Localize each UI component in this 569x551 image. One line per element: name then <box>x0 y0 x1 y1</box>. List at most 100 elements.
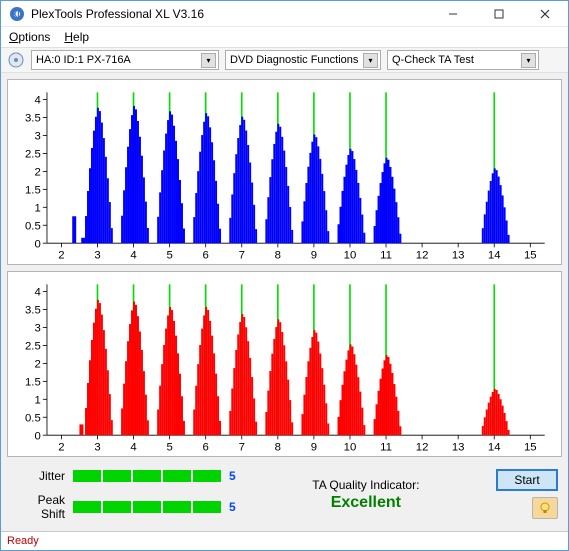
svg-text:5: 5 <box>166 249 172 261</box>
svg-text:5: 5 <box>166 441 172 453</box>
meter-segment <box>163 501 191 513</box>
svg-text:7: 7 <box>239 441 245 453</box>
meter-segment <box>193 470 221 482</box>
svg-text:9: 9 <box>311 249 317 261</box>
window-title: PlexTools Professional XL V3.16 <box>31 7 430 21</box>
svg-text:2: 2 <box>58 249 64 261</box>
svg-text:12: 12 <box>416 249 429 261</box>
peak-row: Peak Shift 5 <box>11 493 236 521</box>
svg-text:1.5: 1.5 <box>25 376 41 388</box>
svg-text:13: 13 <box>452 249 465 261</box>
meter-segment <box>133 501 161 513</box>
svg-text:4: 4 <box>34 94 40 106</box>
svg-text:12: 12 <box>416 441 429 453</box>
bottom-chart-panel: 00.511.522.533.5423456789101112131415 <box>7 271 562 457</box>
bottom-area: Jitter 5 Peak Shift 5 TA Quality Indicat… <box>7 463 562 525</box>
svg-text:6: 6 <box>203 249 209 261</box>
svg-text:2: 2 <box>58 441 64 453</box>
svg-text:1: 1 <box>34 394 40 406</box>
svg-text:3: 3 <box>94 249 100 261</box>
svg-text:15: 15 <box>524 441 537 453</box>
ta-indicator: TA Quality Indicator: Excellent <box>236 469 496 521</box>
drive-select[interactable]: HA:0 ID:1 PX-716A ▾ <box>31 50 219 70</box>
svg-text:3: 3 <box>34 322 40 334</box>
svg-text:3.5: 3.5 <box>25 304 41 316</box>
svg-text:1.5: 1.5 <box>25 184 41 196</box>
svg-text:4: 4 <box>34 286 40 298</box>
menu-help[interactable]: Help <box>64 30 89 44</box>
window-controls <box>430 1 568 26</box>
statusbar: Ready <box>1 531 568 550</box>
svg-text:13: 13 <box>452 441 465 453</box>
svg-text:6: 6 <box>203 441 209 453</box>
svg-text:3.5: 3.5 <box>25 112 41 124</box>
meter-segment <box>103 501 131 513</box>
function-select[interactable]: DVD Diagnostic Functions ▾ <box>225 50 381 70</box>
lightbulb-icon <box>538 501 552 515</box>
action-buttons: Start <box>496 469 558 521</box>
ta-label: TA Quality Indicator: <box>312 478 419 492</box>
jitter-meter <box>73 470 221 482</box>
peak-value: 5 <box>229 500 236 514</box>
peak-label: Peak Shift <box>11 493 73 521</box>
svg-text:2.5: 2.5 <box>25 148 41 160</box>
svg-text:14: 14 <box>488 441 501 453</box>
chevron-down-icon: ▾ <box>521 53 536 68</box>
svg-text:0.5: 0.5 <box>25 412 41 424</box>
meters: Jitter 5 Peak Shift 5 <box>11 469 236 521</box>
svg-text:3: 3 <box>94 441 100 453</box>
drive-icon <box>7 51 25 69</box>
chevron-down-icon: ▾ <box>363 53 378 68</box>
svg-text:XL: XL <box>12 10 22 19</box>
test-select[interactable]: Q-Check TA Test ▾ <box>387 50 539 70</box>
bottom-chart: 00.511.522.533.5423456789101112131415 <box>16 278 553 454</box>
svg-text:4: 4 <box>130 249 136 261</box>
svg-text:11: 11 <box>380 249 392 261</box>
jitter-row: Jitter 5 <box>11 469 236 483</box>
svg-text:0: 0 <box>34 430 40 442</box>
svg-text:11: 11 <box>380 441 392 453</box>
svg-text:9: 9 <box>311 441 317 453</box>
svg-text:1: 1 <box>34 202 40 214</box>
ta-value: Excellent <box>331 494 401 512</box>
maximize-button[interactable] <box>476 1 522 26</box>
meter-segment <box>103 470 131 482</box>
svg-text:8: 8 <box>275 249 281 261</box>
function-select-value: DVD Diagnostic Functions <box>230 54 358 66</box>
svg-text:10: 10 <box>344 441 357 453</box>
start-button[interactable]: Start <box>496 469 558 491</box>
svg-text:10: 10 <box>344 249 357 261</box>
svg-text:14: 14 <box>488 249 501 261</box>
meter-segment <box>163 470 191 482</box>
app-window: XL PlexTools Professional XL V3.16 Optio… <box>0 0 569 551</box>
svg-text:2: 2 <box>34 166 40 178</box>
toolbar: HA:0 ID:1 PX-716A ▾ DVD Diagnostic Funct… <box>1 47 568 73</box>
jitter-label: Jitter <box>11 469 73 483</box>
top-chart-panel: 00.511.522.533.5423456789101112131415 <box>7 79 562 265</box>
drive-select-value: HA:0 ID:1 PX-716A <box>36 54 131 66</box>
close-button[interactable] <box>522 1 568 26</box>
svg-text:4: 4 <box>130 441 136 453</box>
svg-text:8: 8 <box>275 441 281 453</box>
meter-segment <box>73 470 101 482</box>
peak-meter <box>73 501 221 513</box>
menu-options[interactable]: Options <box>9 30 50 44</box>
menubar: Options Help <box>1 27 568 46</box>
minimize-button[interactable] <box>430 1 476 26</box>
status-text: Ready <box>7 535 39 547</box>
svg-text:0: 0 <box>34 238 40 250</box>
top-chart: 00.511.522.533.5423456789101112131415 <box>16 86 553 262</box>
svg-text:0.5: 0.5 <box>25 220 41 232</box>
meter-segment <box>193 501 221 513</box>
content-area: 00.511.522.533.5423456789101112131415 00… <box>1 73 568 531</box>
svg-text:7: 7 <box>239 249 245 261</box>
svg-text:15: 15 <box>524 249 537 261</box>
titlebar: XL PlexTools Professional XL V3.16 <box>1 1 568 27</box>
info-button[interactable] <box>532 497 558 519</box>
chevron-down-icon: ▾ <box>201 53 216 68</box>
app-icon: XL <box>9 6 25 22</box>
meter-segment <box>73 501 101 513</box>
svg-text:2: 2 <box>34 358 40 370</box>
meter-segment <box>133 470 161 482</box>
test-select-value: Q-Check TA Test <box>392 54 474 66</box>
